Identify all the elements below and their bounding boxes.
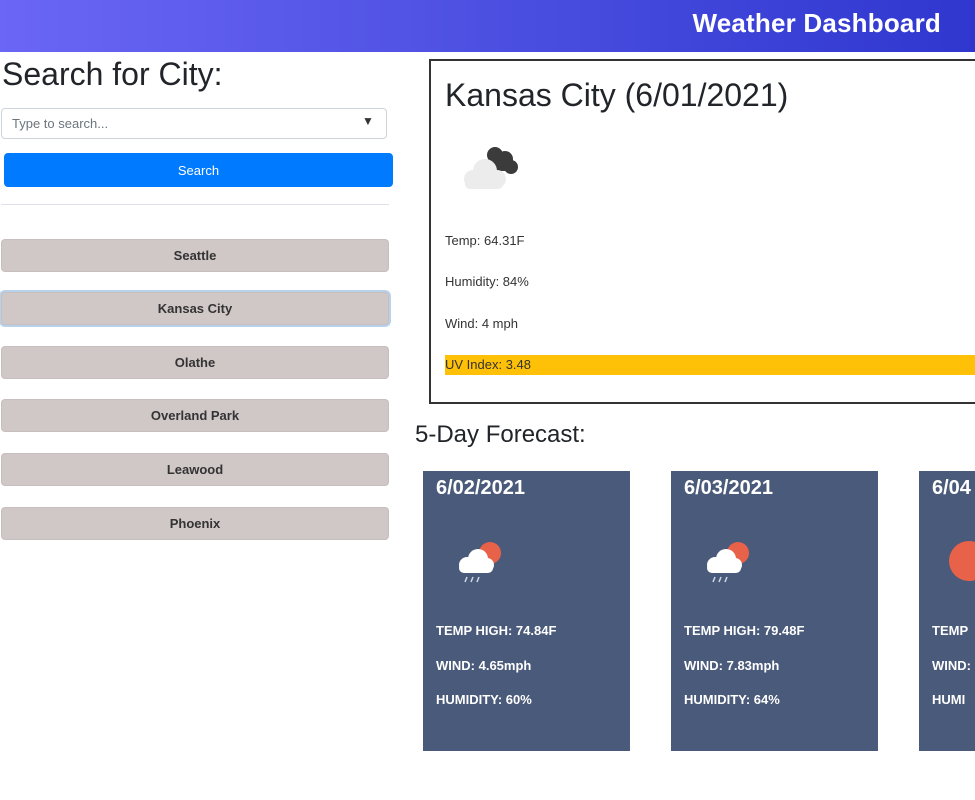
- current-humidity: Humidity: 84%: [445, 274, 529, 289]
- forecast-temp: TEMP HIGH: 79.48F: [684, 623, 805, 638]
- rain-sun-icon: [459, 542, 501, 583]
- city-button-olathe[interactable]: Olathe: [1, 346, 389, 379]
- forecast-card: 6/04 TEMP WIND: HUMI: [919, 471, 975, 751]
- forecast-date: 6/02/2021: [436, 477, 525, 499]
- city-button-seattle[interactable]: Seattle: [1, 239, 389, 272]
- current-weather-card: Kansas City (6/01/2021) Temp: 64.31F Hum…: [429, 59, 975, 404]
- forecast-humidity: HUMI: [932, 692, 966, 707]
- uv-index-badge: UV Index: 3.48: [445, 355, 975, 375]
- divider: [1, 204, 389, 205]
- current-wind: Wind: 4 mph: [445, 316, 518, 331]
- forecast-wind: WIND: 4.65mph: [436, 658, 532, 673]
- forecast-date: 6/04: [932, 477, 971, 499]
- forecast-heading: 5-Day Forecast:: [415, 421, 586, 448]
- current-temp: Temp: 64.31F: [445, 233, 525, 248]
- app-header: Weather Dashboard: [0, 0, 975, 52]
- forecast-wind: WIND:: [932, 658, 971, 673]
- forecast-wind: WIND: 7.83mph: [684, 658, 780, 673]
- broken-clouds-icon: [464, 147, 518, 189]
- app-title: Weather Dashboard: [692, 8, 941, 38]
- forecast-temp: TEMP HIGH: 74.84F: [436, 623, 557, 638]
- forecast-humidity: HUMIDITY: 64%: [684, 692, 780, 707]
- chevron-down-icon[interactable]: ▼: [362, 114, 374, 128]
- forecast-card: 6/03/2021 TEMP HIGH: 79.48F WIND: 7.83mp…: [671, 471, 878, 751]
- search-heading: Search for City:: [2, 56, 223, 92]
- forecast-temp: TEMP: [932, 623, 969, 638]
- city-button-overland-park[interactable]: Overland Park: [1, 399, 389, 432]
- sun-icon: [949, 541, 975, 581]
- city-button-phoenix[interactable]: Phoenix: [1, 507, 389, 540]
- city-search-input[interactable]: [1, 108, 387, 139]
- forecast-humidity: HUMIDITY: 60%: [436, 692, 532, 707]
- forecast-date: 6/03/2021: [684, 477, 773, 499]
- current-city-title: Kansas City (6/01/2021): [445, 77, 789, 113]
- city-button-leawood[interactable]: Leawood: [1, 453, 389, 486]
- rain-sun-icon: [707, 542, 749, 583]
- city-button-kansas-city[interactable]: Kansas City: [1, 292, 389, 325]
- search-button[interactable]: Search: [4, 153, 393, 187]
- forecast-card: 6/02/2021 TEMP HIGH: 74.84F WIND: 4.65mp…: [423, 471, 630, 751]
